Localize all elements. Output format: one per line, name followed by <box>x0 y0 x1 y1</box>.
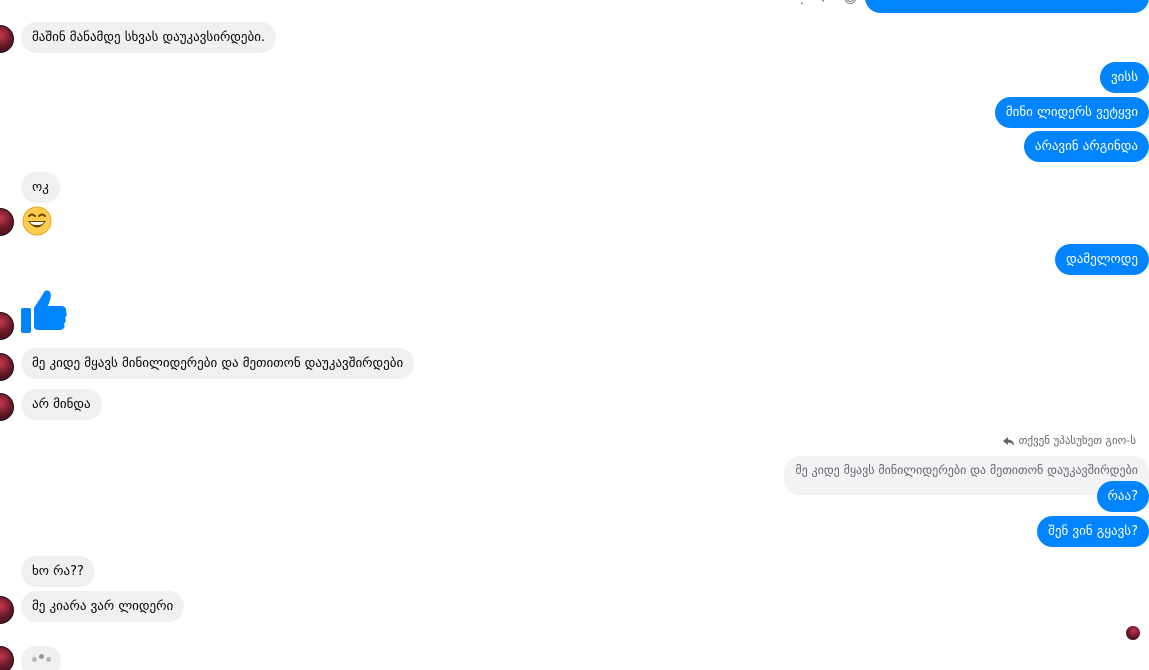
outgoing-message[interactable]: დამელოდე <box>1055 244 1149 275</box>
react-icon[interactable]: ☺ <box>843 0 857 7</box>
avatar[interactable] <box>0 596 14 624</box>
typing-indicator <box>21 646 61 670</box>
incoming-message[interactable]: ოკ <box>21 172 60 203</box>
avatar[interactable] <box>0 393 14 421</box>
reply-icon[interactable]: ↩ <box>821 0 832 7</box>
avatar[interactable] <box>0 25 14 53</box>
avatar[interactable] <box>0 353 14 381</box>
incoming-message[interactable]: მე კიარა ვარ ლიდერი <box>21 591 185 622</box>
reply-indicator: თქვენ უპასუხეთ გიო-ს <box>1002 434 1136 447</box>
avatar[interactable] <box>0 646 14 670</box>
quoted-message[interactable]: მე კიდე მყავს მინილიდერები და მეთითონ და… <box>784 456 1149 495</box>
typing-dot <box>39 654 44 659</box>
incoming-message[interactable]: ხო რა?? <box>21 556 95 587</box>
grinning-face-emoji-icon[interactable] <box>22 206 52 236</box>
outgoing-message[interactable]: არავინ არგინდა <box>1023 131 1149 162</box>
reply-label-text: თქვენ უპასუხეთ გიო-ს <box>1018 434 1136 447</box>
outgoing-message[interactable]: შენ ვინ გყავს? <box>1037 516 1149 547</box>
incoming-message[interactable]: არ მინდა <box>21 389 102 420</box>
reply-arrow-icon <box>1002 436 1014 446</box>
outgoing-message[interactable]: მინი ლიდერს ვეტყვი <box>994 97 1149 128</box>
incoming-message[interactable]: მე კიდე მყავს მინილიდერები და მეთითონ და… <box>21 348 415 379</box>
chat-thread: ⋮ ↩ ☺ მაშინ მანამდე სხვას დაუკავსირდები.… <box>0 0 1149 670</box>
like-thumbs-up-icon[interactable] <box>21 288 67 334</box>
typing-dot <box>32 657 37 662</box>
avatar[interactable] <box>0 208 14 236</box>
more-options-icon[interactable]: ⋮ <box>796 0 809 7</box>
avatar[interactable] <box>0 312 14 340</box>
outgoing-message-partial[interactable] <box>865 0 1149 13</box>
seen-receipt-avatar <box>1126 626 1140 640</box>
incoming-message[interactable]: მაშინ მანამდე სხვას დაუკავსირდები. <box>21 22 277 53</box>
outgoing-message[interactable]: რაა? <box>1096 481 1149 512</box>
message-actions: ⋮ ↩ ☺ <box>796 0 857 7</box>
outgoing-message[interactable]: ვისს <box>1100 62 1149 93</box>
typing-dot <box>46 657 51 662</box>
